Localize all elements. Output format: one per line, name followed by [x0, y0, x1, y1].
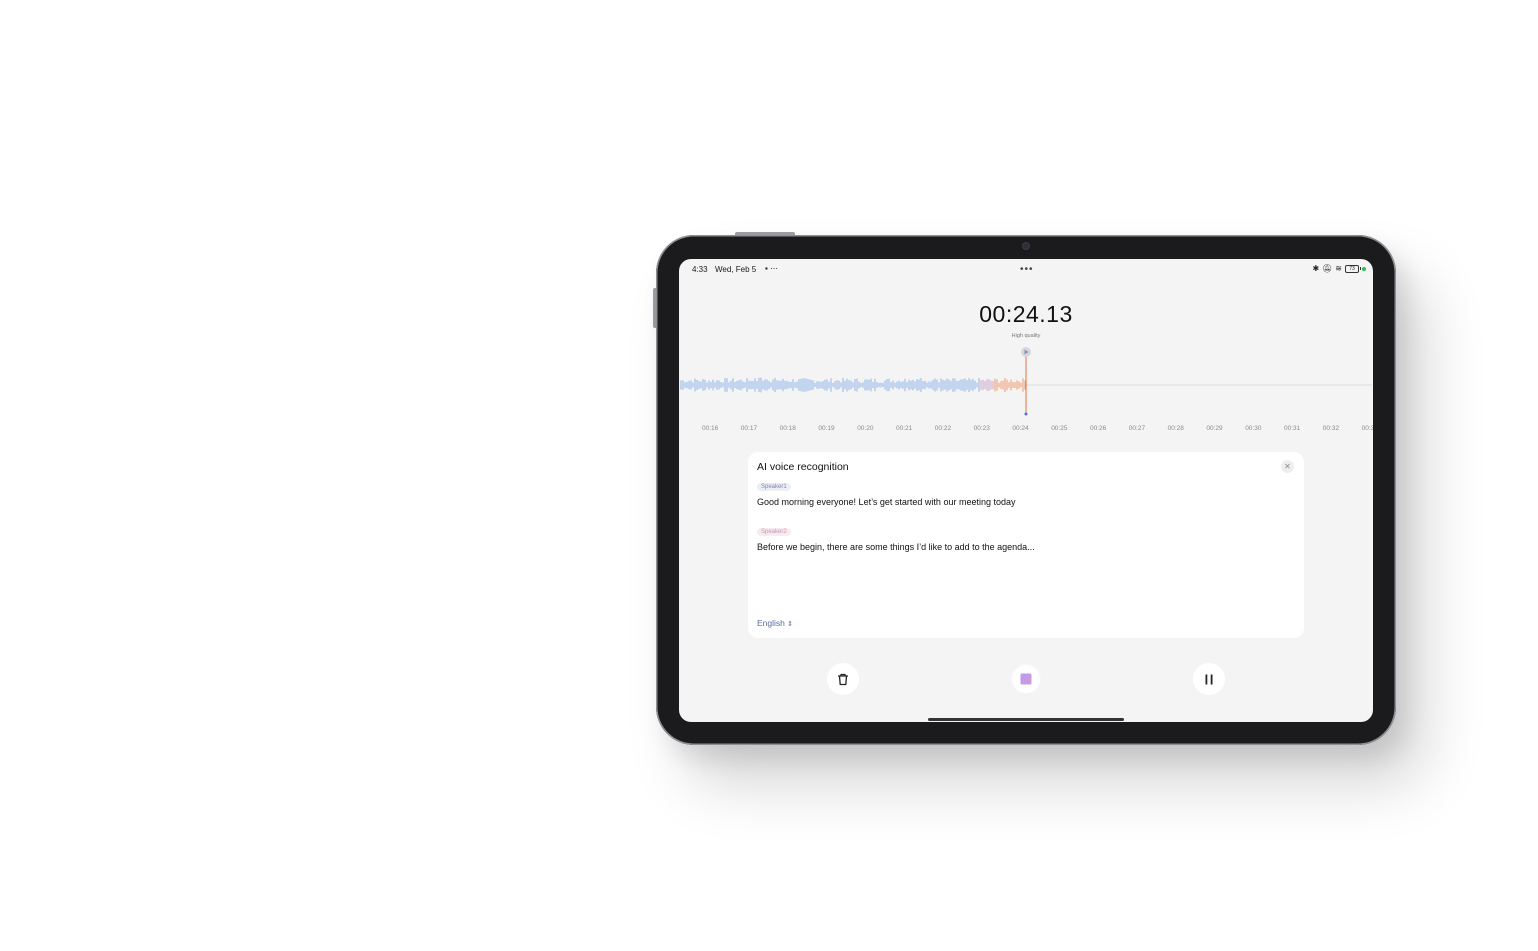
- timeline-tick-label: 00:25: [1051, 425, 1068, 432]
- timeline-tick-label: 00:28: [1168, 425, 1185, 432]
- timeline-tick-label: 00:26: [1090, 425, 1107, 432]
- status-date: Wed, Feb 5: [715, 265, 757, 274]
- timeline-tick-label: 00:16: [702, 425, 719, 432]
- front-camera: [1023, 243, 1029, 249]
- speaker-tag: Speaker2: [757, 528, 791, 536]
- quality-label: High quality: [1011, 333, 1041, 339]
- pause-button[interactable]: [1193, 663, 1225, 695]
- waveform[interactable]: 00:16 00:17 00:18 00:19 00:20 00:21 00:22 00:23…: [679, 344, 1373, 439]
- trash-icon: [838, 673, 848, 685]
- timeline-tick-label: 00:20: [857, 425, 874, 432]
- timeline-tick-label: 00:18: [780, 425, 797, 432]
- tablet-screen: 4:33 Wed, Feb 5 ▪ ⋯ ••• ✱ 🔕︎ ≋ 73 00:24.…: [679, 259, 1373, 722]
- transcript-line: Good morning everyone! Let’s get started…: [757, 497, 1016, 507]
- timeline-ticks: 00:16 00:17 00:18 00:19 00:20 00:21 00:22 00:23…: [702, 425, 1373, 432]
- status-icons: ✱ 🔕︎ ≋ 73: [1312, 264, 1366, 273]
- chevron-updown-icon: ⇕: [787, 621, 794, 628]
- stop-button[interactable]: [1010, 663, 1042, 695]
- mute-icon: 🔕︎: [1322, 264, 1333, 273]
- timeline-tick-label: 00:22: [935, 425, 952, 432]
- home-indicator[interactable]: [928, 718, 1124, 721]
- transcript-line: Before we begin, there are some things I…: [757, 542, 1035, 552]
- more-dots-icon[interactable]: •••: [1020, 264, 1034, 275]
- ai-panel-title: AI voice recognition: [757, 461, 849, 473]
- timeline-tick-label: 00:32: [1323, 425, 1340, 432]
- mic-active-dot: [1362, 266, 1366, 271]
- language-selector[interactable]: English ⇕: [757, 618, 793, 628]
- timeline-tick-label: 00:21: [896, 425, 913, 432]
- timeline-tick-label: 00:19: [818, 425, 835, 432]
- language-label: English: [757, 618, 785, 628]
- elapsed-timer: 00:24.13: [979, 301, 1073, 327]
- bluetooth-icon: ✱: [1312, 264, 1320, 273]
- stop-icon: [1020, 673, 1032, 685]
- close-icon[interactable]: ✕: [1281, 460, 1294, 473]
- timeline-tick-label: 00:23: [974, 425, 991, 432]
- timeline-tick-label: 00:30: [1245, 425, 1262, 432]
- pause-icon: [1205, 674, 1213, 684]
- playhead-dot: [1024, 412, 1028, 416]
- timeline-tick-label: 00:3: [1362, 425, 1373, 432]
- timeline-tick-label: 00:17: [741, 425, 758, 432]
- timeline-tick-label: 00:29: [1206, 425, 1223, 432]
- timeline-tick-label: 00:27: [1129, 425, 1146, 432]
- timeline-tick-label: 00:31: [1284, 425, 1301, 432]
- speaker-tag: Speaker1: [757, 483, 791, 491]
- delete-button[interactable]: [827, 663, 859, 695]
- status-time: 4:33: [692, 265, 708, 274]
- wifi-icon: ≋: [1335, 264, 1342, 273]
- notification-icon: ▪ ⋯: [765, 264, 779, 273]
- timeline-tick-label: 00:24: [1012, 425, 1029, 432]
- ai-voice-panel: AI voice recognition ✕ Speaker1 Good mor…: [748, 452, 1304, 638]
- battery-icon: 73: [1345, 264, 1361, 273]
